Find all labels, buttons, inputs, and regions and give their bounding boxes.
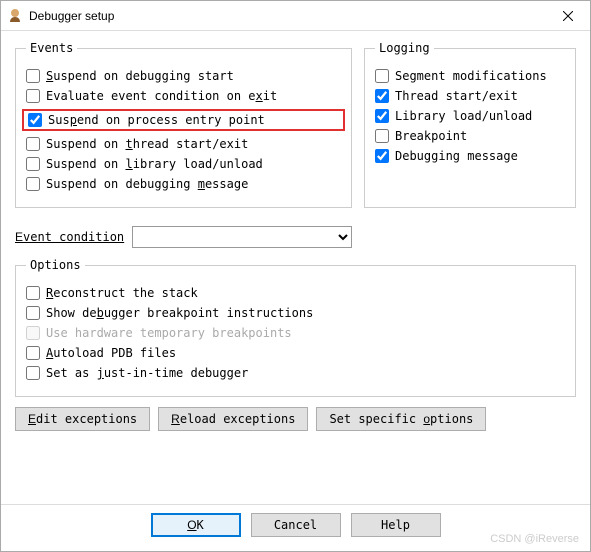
logging-checkbox[interactable] (375, 149, 389, 163)
logging-legend: Logging (375, 41, 434, 55)
options-item: Reconstruct the stack (26, 286, 565, 300)
logging-item: Segment modifications (375, 69, 565, 83)
logging-item: Breakpoint (375, 129, 565, 143)
help-button[interactable]: Help (351, 513, 441, 537)
events-checkbox[interactable] (28, 113, 42, 127)
events-checkbox[interactable] (26, 69, 40, 83)
reload-exceptions-button[interactable]: Reload exceptions (158, 407, 308, 431)
options-item: Show debugger breakpoint instructions (26, 306, 565, 320)
events-label: Suspend on debugging start (46, 69, 234, 83)
events-label: Suspend on debugging message (46, 177, 248, 191)
options-group: Options Reconstruct the stack Show debugg… (15, 258, 576, 397)
events-item: Suspend on debugging message (26, 177, 341, 191)
events-item: Suspend on thread start/exit (26, 137, 341, 151)
watermark: CSDN @iReverse (490, 533, 579, 545)
logging-label: Breakpoint (395, 129, 467, 143)
events-legend: Events (26, 41, 77, 55)
options-legend: Options (26, 258, 85, 272)
logging-label: Segment modifications (395, 69, 547, 83)
events-checkbox[interactable] (26, 137, 40, 151)
options-checkbox[interactable] (26, 366, 40, 380)
edit-exceptions-button[interactable]: Edit exceptions (15, 407, 150, 431)
events-label: Suspend on thread start/exit (46, 137, 248, 151)
event-condition-select[interactable] (132, 226, 352, 248)
events-item: Evaluate event condition on exit (26, 89, 341, 103)
options-label: Use hardware temporary breakpoints (46, 326, 292, 340)
events-group: Events Suspend on debugging start Evaluat… (15, 41, 352, 208)
logging-item: Library load/unload (375, 109, 565, 123)
logging-item: Debugging message (375, 149, 565, 163)
dialog-body: Events Suspend on debugging start Evaluat… (1, 31, 590, 504)
logging-item: Thread start/exit (375, 89, 565, 103)
event-condition-row: Event condition (15, 226, 576, 248)
events-item: Suspend on debugging start (26, 69, 341, 83)
app-icon (7, 8, 23, 24)
events-label: Evaluate event condition on exit (46, 89, 277, 103)
options-item: Use hardware temporary breakpoints (26, 326, 565, 340)
events-checkbox[interactable] (26, 89, 40, 103)
logging-checkbox[interactable] (375, 109, 389, 123)
events-checkbox[interactable] (26, 177, 40, 191)
logging-checkbox[interactable] (375, 89, 389, 103)
events-item: Suspend on library load/unload (26, 157, 341, 171)
options-item: Set as just-in-time debugger (26, 366, 565, 380)
options-label: Show debugger breakpoint instructions (46, 306, 313, 320)
exception-buttons-row: Edit exceptions Reload exceptions Set sp… (15, 407, 576, 431)
events-checkbox[interactable] (26, 157, 40, 171)
close-button[interactable] (545, 1, 590, 30)
titlebar: Debugger setup (1, 1, 590, 31)
options-checkbox[interactable] (26, 306, 40, 320)
logging-checkbox[interactable] (375, 69, 389, 83)
close-icon (563, 11, 573, 21)
event-condition-label: Event condition (15, 230, 124, 244)
events-label: Suspend on library load/unload (46, 157, 263, 171)
options-label: Reconstruct the stack (46, 286, 198, 300)
logging-label: Debugging message (395, 149, 518, 163)
logging-label: Library load/unload (395, 109, 532, 123)
options-item: Autoload PDB files (26, 346, 565, 360)
logging-checkbox[interactable] (375, 129, 389, 143)
set-specific-options-button[interactable]: Set specific options (316, 407, 486, 431)
ok-button[interactable]: OK (151, 513, 241, 537)
logging-group: Logging Segment modifications Thread star… (364, 41, 576, 208)
events-label: Suspend on process entry point (48, 113, 265, 127)
options-checkbox[interactable] (26, 346, 40, 360)
events-item: Suspend on process entry point (22, 109, 345, 131)
options-checkbox[interactable] (26, 286, 40, 300)
window-title: Debugger setup (29, 9, 545, 23)
options-label: Autoload PDB files (46, 346, 176, 360)
dialog-window: Debugger setup Events Suspend on debuggi… (0, 0, 591, 552)
cancel-button[interactable]: Cancel (251, 513, 341, 537)
logging-label: Thread start/exit (395, 89, 518, 103)
options-label: Set as just-in-time debugger (46, 366, 248, 380)
options-checkbox (26, 326, 40, 340)
